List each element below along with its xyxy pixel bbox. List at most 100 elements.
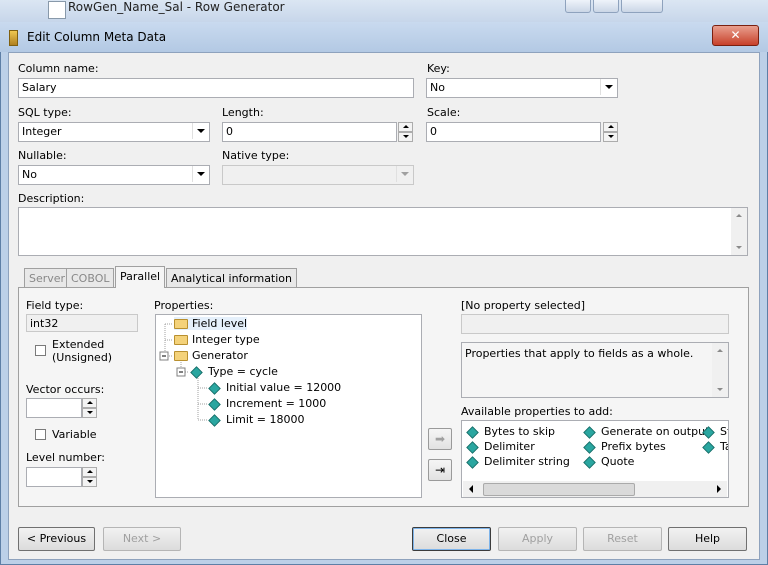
tree-node-label: Generator — [192, 349, 248, 362]
background-window-title: RowGen_Name_Sal - Row Generator — [68, 0, 285, 14]
available-item[interactable]: Delimiter — [466, 440, 535, 454]
property-help-text: Properties that apply to fields as a who… — [465, 347, 694, 360]
properties-tree[interactable]: Field level Integer type Generator Type … — [155, 314, 422, 498]
available-item[interactable]: Quote — [583, 455, 634, 469]
tree-node-type-cycle[interactable]: Type = cycle — [190, 365, 278, 379]
length-stepper[interactable] — [398, 122, 413, 142]
available-item[interactable]: Prefix bytes — [583, 440, 666, 454]
vector-occurs-stepper[interactable] — [82, 398, 97, 418]
arrow-right-icon: ➡ — [434, 432, 446, 446]
minimize-icon[interactable] — [565, 0, 591, 13]
stepper-up-icon[interactable] — [82, 398, 97, 408]
chevron-down-icon — [192, 123, 209, 139]
stepper-down-icon[interactable] — [603, 132, 618, 142]
available-properties-list[interactable]: Bytes to skip Delimiter Delimiter string… — [461, 420, 729, 498]
column-name-value: Salary — [22, 81, 57, 94]
scale-stepper[interactable] — [603, 122, 618, 142]
native-type-select[interactable] — [222, 165, 414, 185]
available-item-label: Generate on output — [601, 425, 710, 438]
property-icon — [583, 425, 596, 439]
tree-node-integer-type[interactable]: Integer type — [174, 333, 260, 346]
available-item-label: Prefix bytes — [601, 440, 666, 453]
dialog-titlebar: Edit Column Meta Data — [0, 22, 768, 52]
vector-occurs-input[interactable] — [26, 398, 82, 418]
available-item[interactable]: St — [702, 425, 728, 439]
scroll-up-icon[interactable] — [717, 349, 723, 352]
tree-node-field-level[interactable]: Field level — [174, 317, 248, 330]
level-number-stepper[interactable] — [82, 467, 97, 487]
column-name-input[interactable]: Salary — [18, 78, 414, 98]
property-icon — [583, 440, 596, 454]
scale-input[interactable]: 0 — [426, 122, 601, 142]
next-button[interactable]: Next > — [103, 527, 181, 551]
available-item[interactable]: Bytes to skip — [466, 425, 556, 439]
tree-node-increment[interactable]: Increment = 1000 — [208, 397, 326, 411]
dialog-title: Edit Column Meta Data — [27, 30, 167, 44]
stepper-up-icon[interactable] — [82, 467, 97, 477]
tree-node-generator[interactable]: Generator — [174, 349, 248, 362]
add-all-properties-button[interactable]: ⇥ — [428, 459, 452, 481]
tab-server[interactable]: Server — [24, 268, 71, 287]
scroll-right-icon[interactable] — [717, 485, 721, 493]
stepper-down-icon[interactable] — [398, 132, 413, 142]
dialog-icon — [9, 30, 18, 46]
maximize-icon[interactable] — [593, 0, 619, 13]
tree-node-limit[interactable]: Limit = 18000 — [208, 413, 305, 427]
add-property-button[interactable]: ➡ — [428, 428, 452, 450]
scroll-up-icon[interactable] — [736, 214, 742, 217]
chevron-down-icon — [192, 166, 209, 182]
help-button[interactable]: Help — [668, 527, 747, 551]
level-number-input[interactable] — [26, 467, 82, 487]
close-button[interactable]: Close — [412, 527, 491, 551]
level-number-label: Level number: — [26, 451, 105, 464]
property-help-box: Properties that apply to fields as a who… — [461, 342, 729, 398]
stepper-down-icon[interactable] — [82, 477, 97, 487]
length-input[interactable]: 0 — [222, 122, 397, 142]
scroll-thumb[interactable] — [483, 483, 635, 496]
length-label: Length: — [222, 106, 264, 119]
description-textarea[interactable] — [18, 207, 748, 256]
available-hscrollbar[interactable] — [463, 481, 727, 497]
scale-label: Scale: — [427, 106, 461, 119]
tab-cobol[interactable]: COBOL — [66, 268, 115, 287]
dialog-close-button[interactable]: ✕ — [712, 25, 759, 46]
close-icon[interactable] — [621, 0, 663, 13]
nullable-select[interactable]: No — [18, 165, 210, 185]
chevron-down-icon — [600, 79, 617, 95]
property-icon — [466, 440, 479, 454]
property-icon — [583, 455, 596, 469]
selected-property-label: [No property selected] — [461, 299, 586, 312]
folder-icon — [174, 335, 188, 345]
tree-node-label: Limit = 18000 — [226, 413, 305, 426]
variable-checkbox[interactable] — [35, 429, 46, 440]
available-item[interactable]: Delimiter string — [466, 455, 570, 469]
description-scrollbar[interactable] — [731, 208, 747, 255]
tree-node-initial-value[interactable]: Initial value = 12000 — [208, 381, 341, 395]
extended-checkbox[interactable] — [35, 345, 46, 356]
available-item[interactable]: Generate on output — [583, 425, 710, 439]
key-select[interactable]: No — [426, 78, 618, 98]
available-item-label: Bytes to skip — [484, 425, 556, 438]
scroll-left-icon[interactable] — [469, 485, 473, 493]
scroll-down-icon[interactable] — [717, 388, 723, 391]
available-item[interactable]: Ta — [702, 440, 728, 454]
tab-parallel[interactable]: Parallel — [115, 266, 166, 288]
key-value: No — [430, 81, 445, 94]
scroll-down-icon[interactable] — [736, 246, 742, 249]
available-properties-label: Available properties to add: — [461, 405, 613, 418]
field-type-label: Field type: — [26, 299, 84, 312]
reset-button[interactable]: Reset — [583, 527, 662, 551]
property-icon — [190, 365, 203, 379]
previous-button[interactable]: < Previous — [18, 527, 95, 551]
help-scrollbar[interactable] — [712, 343, 728, 397]
stepper-down-icon[interactable] — [82, 408, 97, 418]
stepper-up-icon[interactable] — [398, 122, 413, 132]
selected-property-value — [461, 314, 729, 334]
available-item-label: Delimiter — [484, 440, 535, 453]
apply-button[interactable]: Apply — [498, 527, 577, 551]
tab-analytical-information[interactable]: Analytical information — [166, 268, 297, 287]
available-item-label: Ta — [720, 440, 728, 453]
stepper-up-icon[interactable] — [603, 122, 618, 132]
tree-node-label: Integer type — [192, 333, 260, 346]
sql-type-select[interactable]: Integer — [18, 122, 210, 142]
